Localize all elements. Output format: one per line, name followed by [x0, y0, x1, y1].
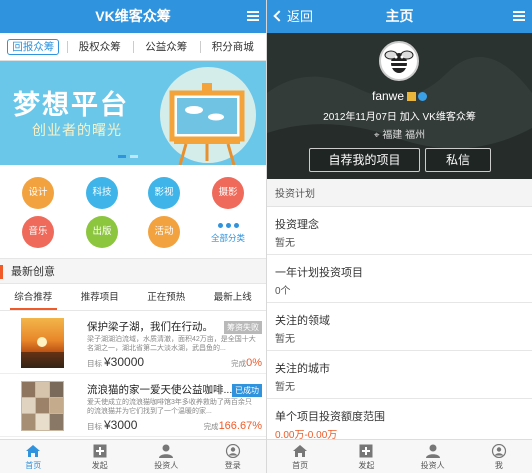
project-goal: 目标 ¥3000 [87, 418, 138, 432]
category-tabs: 回报众筹 股权众筹 公益众筹 积分商城 [0, 33, 266, 61]
project-card[interactable]: 流浪猫的家一爱天使公益咖啡... 已成功 爱天使成立的流浪猫咖啡馆3年多收养救助… [0, 375, 266, 437]
project-name: 流浪猫的家一爱天使公益咖啡... [87, 384, 233, 396]
home-screen: VK维客众筹 回报众筹 股权众筹 公益众筹 积分商城 梦想平台 创业者的曙光 设… [0, 0, 266, 473]
project-name: 保护梁子湖，我们在行动。 [87, 321, 213, 333]
app-title: VK维客众筹 [95, 8, 171, 24]
project-thumbnail [21, 318, 64, 368]
nav-me[interactable]: 我 [466, 440, 532, 473]
tab-warming-up[interactable]: 正在预热 [133, 285, 200, 310]
project-goal: 目标 ¥30000 [87, 355, 145, 369]
user-circle-icon [225, 444, 240, 458]
info-row: 投资理念 暂无 [267, 207, 532, 255]
project-description: 爱天使成立的流浪猫咖啡馆3年多收养救助了两百余只的流浪猫并为它们找到了一个温暖的… [87, 399, 252, 415]
banner-title: 梦想平台 [13, 90, 129, 120]
all-categories-button[interactable]: 全部分类 [206, 223, 250, 244]
nav-login[interactable]: 登录 [200, 440, 267, 473]
banner-pagination [118, 155, 138, 158]
info-value: 0个 [275, 286, 291, 297]
tab-recommended-projects[interactable]: 推荐项目 [67, 285, 134, 310]
project-progress: 完成0% [231, 357, 262, 369]
tab-reward-crowdfunding[interactable]: 回报众筹 [0, 33, 67, 60]
nav-home[interactable]: 首页 [0, 440, 67, 473]
banner-subtitle: 创业者的曙光 [32, 122, 122, 138]
profile-screen: 返回 主页 fanwe 2012年11月07日 加入 VK维客众筹 ⌖ 福建 福… [267, 0, 532, 473]
nav-investors[interactable]: 投资人 [400, 440, 466, 473]
tab-charity-crowdfunding[interactable]: 公益众筹 [133, 33, 200, 60]
verified-badge-icon [407, 92, 417, 102]
profile-hero: fanwe 2012年11月07日 加入 VK维客众筹 ⌖ 福建 福州 自荐我的… [267, 33, 532, 179]
easel-illustration-icon [160, 67, 256, 165]
project-progress: 完成166.67% [203, 420, 262, 432]
info-value: 暂无 [275, 334, 295, 345]
menu-icon[interactable] [247, 11, 259, 21]
info-label: 投资理念 [275, 219, 319, 231]
join-date: 2012年11月07日 加入 VK维客众筹 [323, 112, 476, 123]
info-label: 一年计划投资项目 [275, 267, 363, 279]
users-icon [159, 444, 174, 458]
project-description: 梁子湖湖泊流域，水质清澈，面积42万亩，是全国十大名湖之一，湖北省第二大淡水湖，… [87, 336, 256, 352]
menu-icon[interactable] [513, 11, 525, 21]
sort-tabs: 综合推荐 推荐项目 正在预热 最新上线 [0, 285, 266, 311]
private-message-button[interactable]: 私信 [425, 148, 491, 172]
nav-investors[interactable]: 投资人 [133, 440, 200, 473]
tab-overall-recommended[interactable]: 综合推荐 [0, 285, 67, 310]
bottom-nav: 首页 发起 投资人 我 [267, 439, 532, 473]
latest-ideas-header: 最新创意 [0, 258, 266, 284]
page-title: 主页 [385, 8, 414, 24]
category-grid: 设计 科技 影视 摄影 音乐 出版 活动 全部分类 [0, 168, 266, 253]
profile-header: 返回 主页 [267, 0, 532, 33]
category-publishing[interactable]: 出版 [86, 216, 118, 248]
plus-square-icon [359, 444, 373, 458]
bottom-nav: 首页 发起 投资人 登录 [0, 439, 266, 473]
self-recommend-project-button[interactable]: 自荐我的项目 [309, 148, 420, 172]
home-icon [26, 445, 41, 457]
user-circle-icon [491, 444, 506, 458]
users-icon [425, 444, 440, 458]
info-label: 单个项目投资额度范围 [275, 411, 385, 423]
more-dots-icon [206, 223, 250, 228]
category-music[interactable]: 音乐 [22, 216, 54, 248]
tab-equity-crowdfunding[interactable]: 股权众筹 [66, 33, 134, 60]
category-events[interactable]: 活动 [148, 216, 180, 248]
category-photography[interactable]: 摄影 [212, 177, 244, 209]
bee-logo-icon [384, 50, 414, 73]
info-value: 暂无 [275, 238, 295, 249]
location: ⌖ 福建 福州 [373, 130, 426, 141]
info-row: 关注的城市 暂无 [267, 351, 532, 399]
section-title: 最新创意 [11, 266, 55, 278]
username: fanwe [267, 89, 532, 103]
info-value: 暂无 [275, 382, 295, 393]
home-header: VK维客众筹 [0, 0, 266, 33]
info-row: 一年计划投资项目 0个 [267, 255, 532, 303]
plus-square-icon [93, 444, 107, 458]
info-row: 关注的领域 暂无 [267, 303, 532, 351]
person-badge-icon [418, 92, 428, 102]
category-film[interactable]: 影视 [148, 177, 180, 209]
category-design[interactable]: 设计 [22, 177, 54, 209]
promo-banner[interactable]: 梦想平台 创业者的曙光 [0, 61, 266, 165]
nav-launch[interactable]: 发起 [333, 440, 399, 473]
tab-points-mall[interactable]: 积分商城 [199, 33, 267, 60]
status-badge: 已成功 [232, 384, 262, 397]
tab-newest[interactable]: 最新上线 [200, 285, 267, 310]
nav-home[interactable]: 首页 [267, 440, 333, 473]
status-badge: 筹资失败 [224, 321, 262, 334]
project-card[interactable]: 保护梁子湖，我们在行动。 筹资失败 梁子湖湖泊流域，水质清澈，面积42万亩，是全… [0, 312, 266, 374]
category-tech[interactable]: 科技 [86, 177, 118, 209]
info-label: 关注的领域 [275, 315, 330, 327]
project-thumbnail [21, 381, 64, 431]
nav-launch[interactable]: 发起 [67, 440, 134, 473]
avatar[interactable] [379, 41, 419, 81]
investment-plan-header: 投资计划 [267, 183, 532, 207]
info-label: 关注的城市 [275, 363, 330, 375]
home-icon [293, 445, 308, 457]
